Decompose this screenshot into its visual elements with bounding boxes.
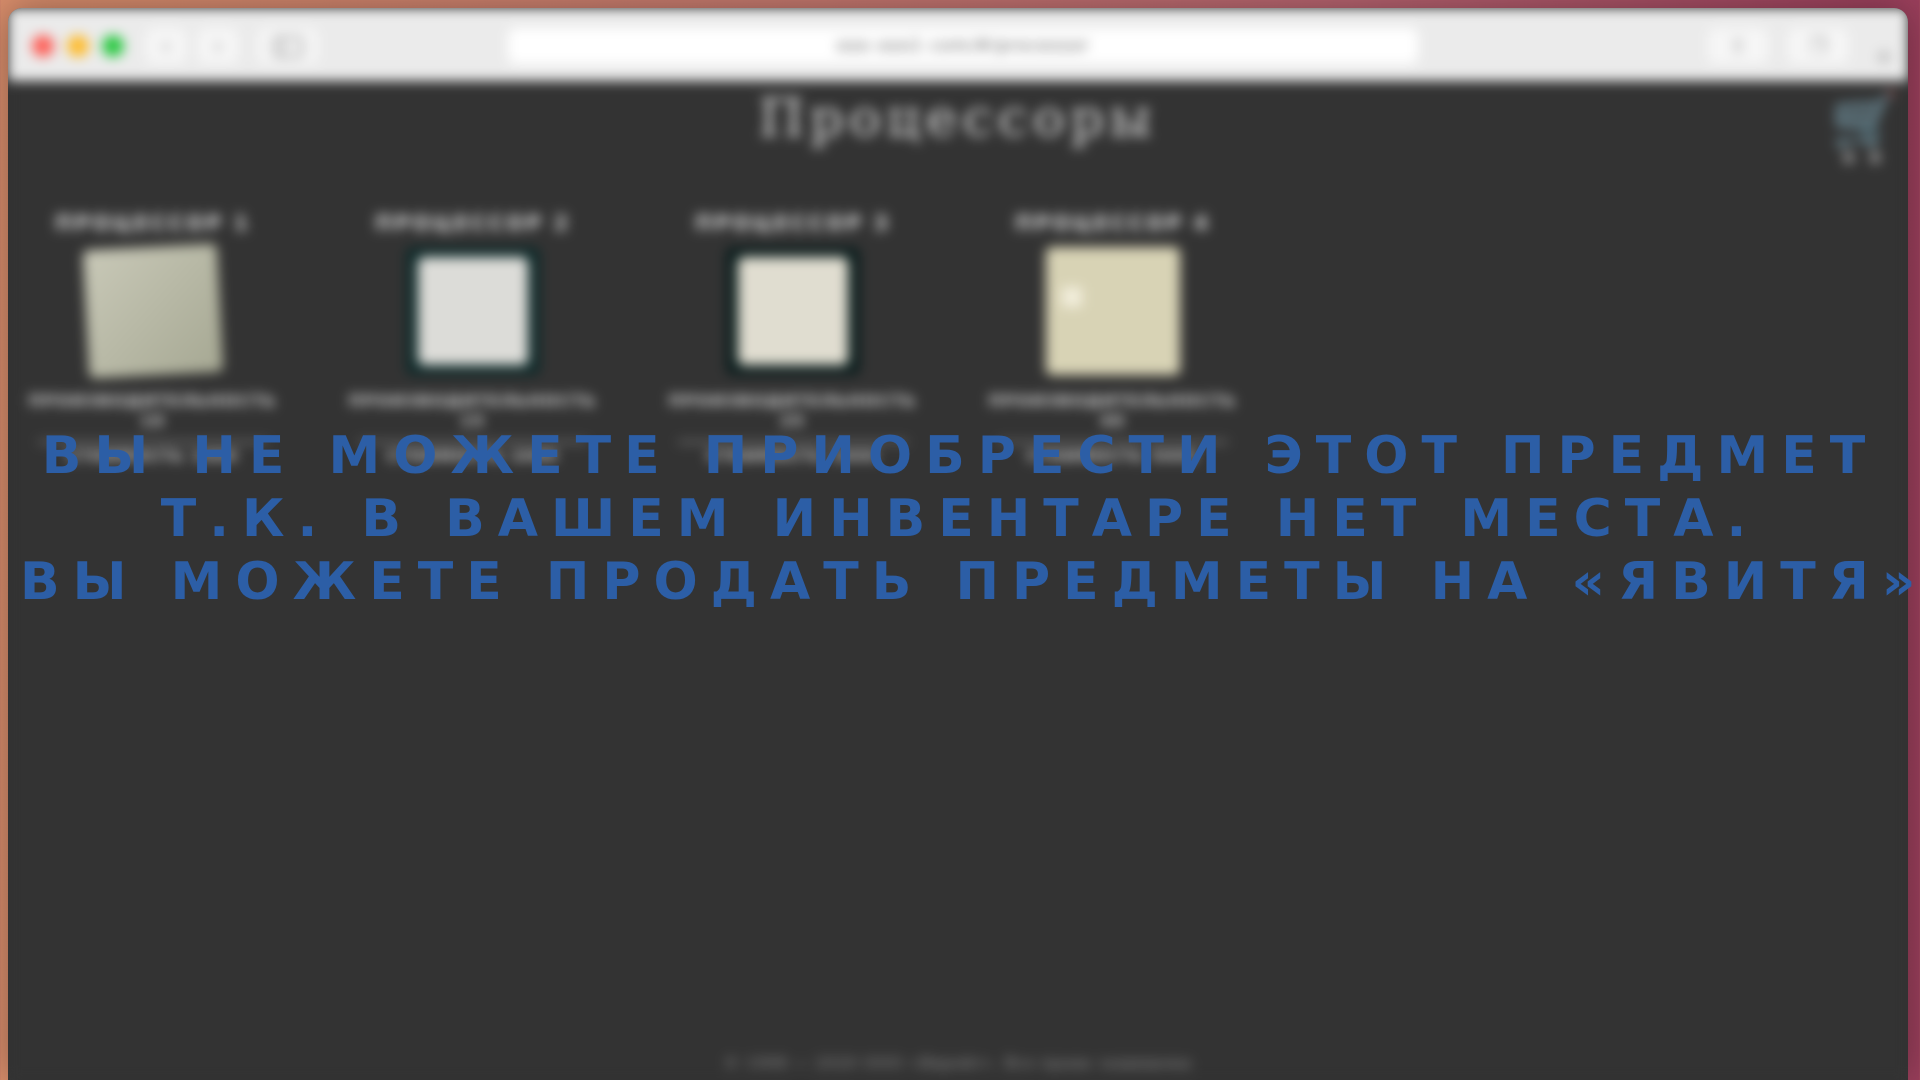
product-image[interactable] (726, 247, 860, 375)
minimize-window-button[interactable] (67, 35, 89, 57)
product-name: Процессор 1 (55, 211, 251, 235)
message-line-2: т.к. в вашем инвентаре нет места. (160, 489, 1760, 549)
performance-label: Производительность (989, 392, 1237, 410)
new-tab-button[interactable]: + (1870, 44, 1898, 72)
chevron-left-icon: ‹ (161, 32, 171, 60)
product-image[interactable] (406, 247, 540, 375)
performance-label: Производительность (669, 392, 917, 410)
chevron-right-icon: › (213, 32, 223, 60)
message-line-1: Вы не можете приобрести этот предмет (41, 426, 1879, 486)
back-button[interactable]: ‹ (146, 28, 186, 64)
share-icon: ⇪ (1729, 34, 1747, 58)
tabs-overview-button[interactable]: ❐ (1788, 28, 1848, 64)
zoom-window-button[interactable] (102, 35, 124, 57)
page-footer: © 1998 — 2020 ООО «Яврейт». Все права за… (724, 1054, 1192, 1072)
product-image[interactable] (82, 243, 224, 379)
address-bar[interactable]: ooo ooo1 com/#/processor (508, 28, 1418, 64)
product-image[interactable] (1046, 247, 1180, 375)
performance-label: Производительность (349, 392, 597, 410)
share-button[interactable]: ⇪ (1708, 28, 1768, 64)
product-name: Процессор 2 (375, 211, 571, 235)
cart-count: 0 0 (1843, 151, 1887, 167)
cart-icon: 🛒 (1831, 89, 1899, 152)
plus-icon: + (1874, 45, 1894, 70)
inventory-full-message: Вы не можете приобрести этот предмет т.к… (20, 425, 1920, 614)
performance-label: Производительность (29, 392, 277, 410)
close-window-button[interactable] (32, 35, 54, 57)
page-title: Процессоры (758, 89, 1158, 149)
forward-button[interactable]: › (198, 28, 238, 64)
cart-button[interactable]: 🛒 0 0 (1828, 89, 1902, 168)
sidebar-icon (273, 37, 303, 57)
message-line-3: Вы можете продать предметы на «Явитя» (20, 552, 1920, 612)
sidebar-toggle-button[interactable] (258, 28, 318, 64)
product-name: Процессор 3 (695, 211, 891, 235)
browser-toolbar: ‹ › ooo ooo1 com/#/processor ⇪ ❐ + (8, 8, 1908, 81)
tabs-icon: ❐ (1809, 34, 1827, 58)
product-name: Процессор 4 (1015, 211, 1211, 235)
